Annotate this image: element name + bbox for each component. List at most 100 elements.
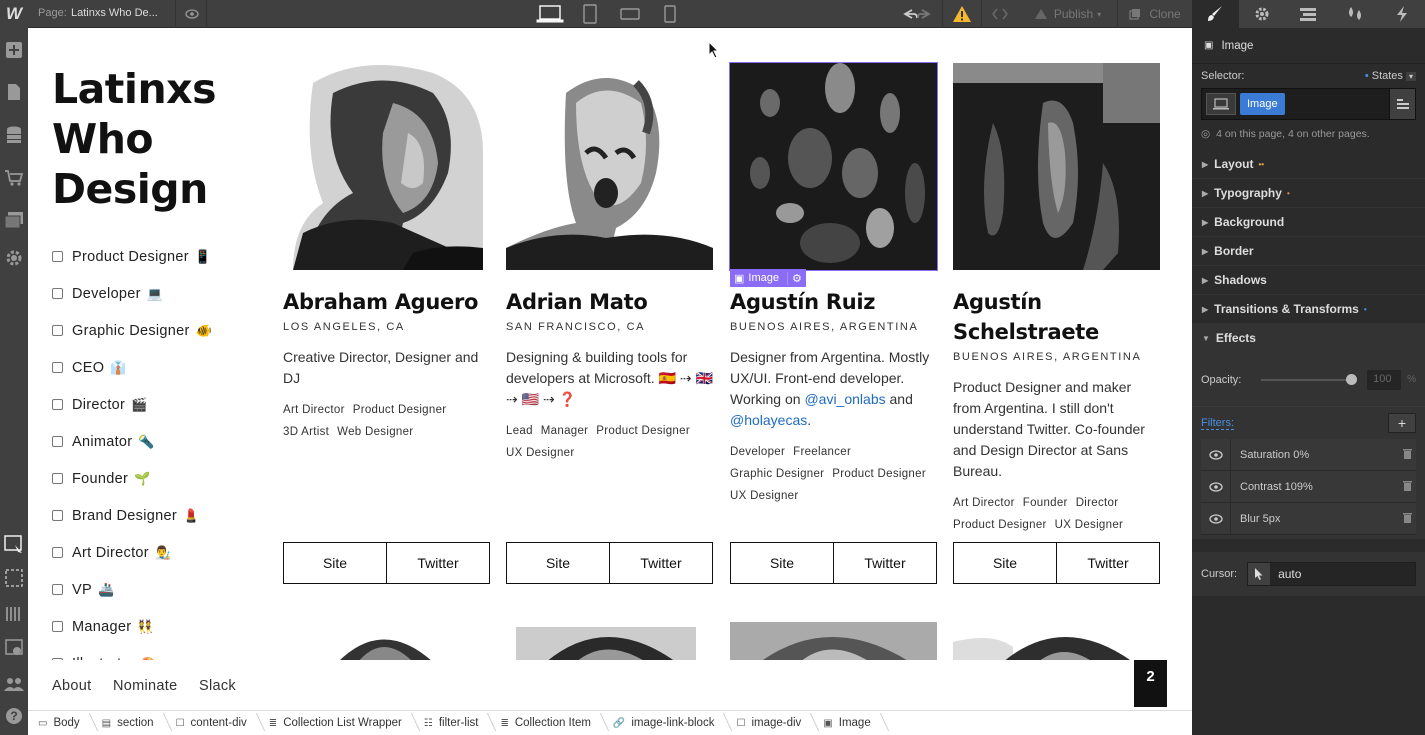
breadcrumb-item[interactable]: ☐ image-div xyxy=(726,711,813,735)
visibility-eye-icon[interactable] xyxy=(1201,438,1231,471)
element-settings-gear-icon[interactable]: ⚙ xyxy=(786,271,802,285)
site-button[interactable]: Site xyxy=(954,543,1057,583)
role-filter-item[interactable]: Product Designer 📱 xyxy=(52,238,212,275)
trash-icon[interactable] xyxy=(1403,512,1412,526)
preview-eye-icon[interactable] xyxy=(175,0,207,28)
webflow-logo[interactable]: W xyxy=(0,0,28,28)
filter-item[interactable]: Saturation 0% xyxy=(1201,438,1416,471)
page-selector[interactable]: Latinxs Who De... xyxy=(71,7,166,19)
footer-link-about[interactable]: About xyxy=(52,678,91,694)
twitter-button[interactable]: Twitter xyxy=(610,543,712,583)
settings-gear-icon[interactable] xyxy=(1239,0,1286,28)
twitter-button[interactable]: Twitter xyxy=(1057,543,1159,583)
person-photo[interactable] xyxy=(953,622,1160,662)
trash-icon[interactable] xyxy=(1403,448,1412,462)
breadcrumb-item[interactable]: ▭ Body xyxy=(28,711,92,735)
filter-checkbox[interactable] xyxy=(52,584,63,595)
team-icon[interactable] xyxy=(2,672,26,696)
navigator-icon[interactable] xyxy=(1285,0,1332,28)
states-dropdown[interactable]: • States ▾ xyxy=(1365,70,1416,82)
breadcrumb-item[interactable]: ≣ Collection Item xyxy=(490,711,602,735)
filter-checkbox[interactable] xyxy=(52,436,63,447)
filter-checkbox[interactable] xyxy=(52,510,63,521)
publish-button[interactable]: Publish ▾ xyxy=(1018,0,1118,28)
select-element-icon[interactable] xyxy=(2,533,26,557)
role-filter-item[interactable]: Manager 👯 xyxy=(52,608,212,645)
ecommerce-icon[interactable] xyxy=(2,166,26,190)
opacity-slider[interactable] xyxy=(1261,373,1358,385)
cms-icon[interactable] xyxy=(2,123,26,147)
visibility-eye-icon[interactable] xyxy=(1201,470,1231,503)
clone-button[interactable]: Clone xyxy=(1118,0,1192,28)
selector-field[interactable]: Image xyxy=(1201,88,1416,120)
interactions-bolt-icon[interactable] xyxy=(1378,0,1425,28)
style-brush-icon[interactable] xyxy=(1192,0,1239,28)
filter-item[interactable]: Contrast 109% xyxy=(1201,470,1416,503)
role-filter-item[interactable]: Developer 💻 xyxy=(52,275,212,312)
footer-link-nominate[interactable]: Nominate xyxy=(113,678,177,694)
breadcrumb-item[interactable]: ☐ content-div xyxy=(166,711,259,735)
person-photo[interactable] xyxy=(283,622,490,662)
person-photo[interactable] xyxy=(283,63,490,270)
preview-mode-icon[interactable] xyxy=(2,636,26,660)
style-manager-drops-icon[interactable] xyxy=(1332,0,1379,28)
breadcrumb-item[interactable]: ☷ filter-list xyxy=(414,711,491,735)
twitter-button[interactable]: Twitter xyxy=(834,543,936,583)
twitter-button[interactable]: Twitter xyxy=(387,543,489,583)
slider-knob[interactable] xyxy=(1346,373,1358,385)
footer-link-slack[interactable]: Slack xyxy=(199,678,236,694)
filter-checkbox[interactable] xyxy=(52,621,63,632)
mobile-landscape-view-icon[interactable] xyxy=(610,0,650,28)
role-filter-item[interactable]: Founder 🌱 xyxy=(52,460,212,497)
selector-options-icon[interactable] xyxy=(1389,89,1415,119)
person-photo[interactable] xyxy=(506,63,713,270)
bio-link-holayecas[interactable]: @holayecas xyxy=(730,412,807,428)
person-photo[interactable] xyxy=(953,63,1160,270)
settings-gear-icon[interactable] xyxy=(2,246,26,270)
pages-icon[interactable] xyxy=(2,80,26,104)
filter-item[interactable]: Blur 5px xyxy=(1201,502,1416,535)
style-section[interactable]: ▶ Background xyxy=(1192,208,1425,237)
style-section[interactable]: ▶ Border xyxy=(1192,237,1425,266)
breadcrumb-item[interactable]: ▣ Image xyxy=(813,711,882,735)
visibility-eye-icon[interactable] xyxy=(1201,502,1231,535)
trash-icon[interactable] xyxy=(1403,480,1412,494)
opacity-input[interactable]: 100 xyxy=(1367,369,1402,390)
tablet-view-icon[interactable] xyxy=(570,0,610,28)
x-ray-icon[interactable] xyxy=(2,566,26,590)
person-photo-selected[interactable] xyxy=(729,62,938,271)
role-filter-item[interactable]: Graphic Designer 🐠 xyxy=(52,312,212,349)
filter-checkbox[interactable] xyxy=(52,325,63,336)
filter-checkbox[interactable] xyxy=(52,251,63,262)
selected-element-tag[interactable]: ▣ Image ⚙ xyxy=(730,269,806,287)
bio-link-avi-onlabs[interactable]: @avi_onlabs xyxy=(804,391,885,407)
role-filter-item[interactable]: Director 🎬 xyxy=(52,386,212,423)
page-number-badge[interactable]: 2 xyxy=(1134,660,1167,707)
site-button[interactable]: Site xyxy=(507,543,610,583)
grid-overlay-icon[interactable] xyxy=(2,602,26,626)
breadcrumb-item[interactable]: ▤ section xyxy=(92,711,166,735)
role-filter-item[interactable]: Brand Designer 💄 xyxy=(52,497,212,534)
add-filter-button[interactable]: + xyxy=(1388,413,1416,433)
breadcrumb-item[interactable]: 🔗 image-link-block xyxy=(603,711,727,735)
role-filter-item[interactable]: Animator 🔦 xyxy=(52,423,212,460)
style-section[interactable]: ▶ Transitions & Transforms • xyxy=(1192,295,1425,324)
filter-checkbox[interactable] xyxy=(52,547,63,558)
person-photo[interactable] xyxy=(506,622,713,662)
cursor-select[interactable]: auto xyxy=(1247,562,1416,586)
filter-checkbox[interactable] xyxy=(52,399,63,410)
help-icon[interactable]: ? xyxy=(2,704,26,728)
site-button[interactable]: Site xyxy=(731,543,834,583)
style-section[interactable]: ▶ Layout •• xyxy=(1192,150,1425,179)
filter-checkbox[interactable] xyxy=(52,288,63,299)
role-filter-item[interactable]: Art Director 👨‍🎨 xyxy=(52,534,212,571)
style-section[interactable]: ▶ Typography • xyxy=(1192,179,1425,208)
person-photo[interactable] xyxy=(730,622,937,662)
selector-chip-image[interactable]: Image xyxy=(1240,93,1285,115)
undo-redo-icon[interactable] xyxy=(892,0,942,28)
filters-label[interactable]: Filters: xyxy=(1201,417,1234,430)
code-export-icon[interactable] xyxy=(982,0,1018,28)
breadcrumb-item[interactable]: ≣ Collection List Wrapper xyxy=(259,711,414,735)
warning-icon[interactable] xyxy=(942,0,982,28)
site-button[interactable]: Site xyxy=(284,543,387,583)
